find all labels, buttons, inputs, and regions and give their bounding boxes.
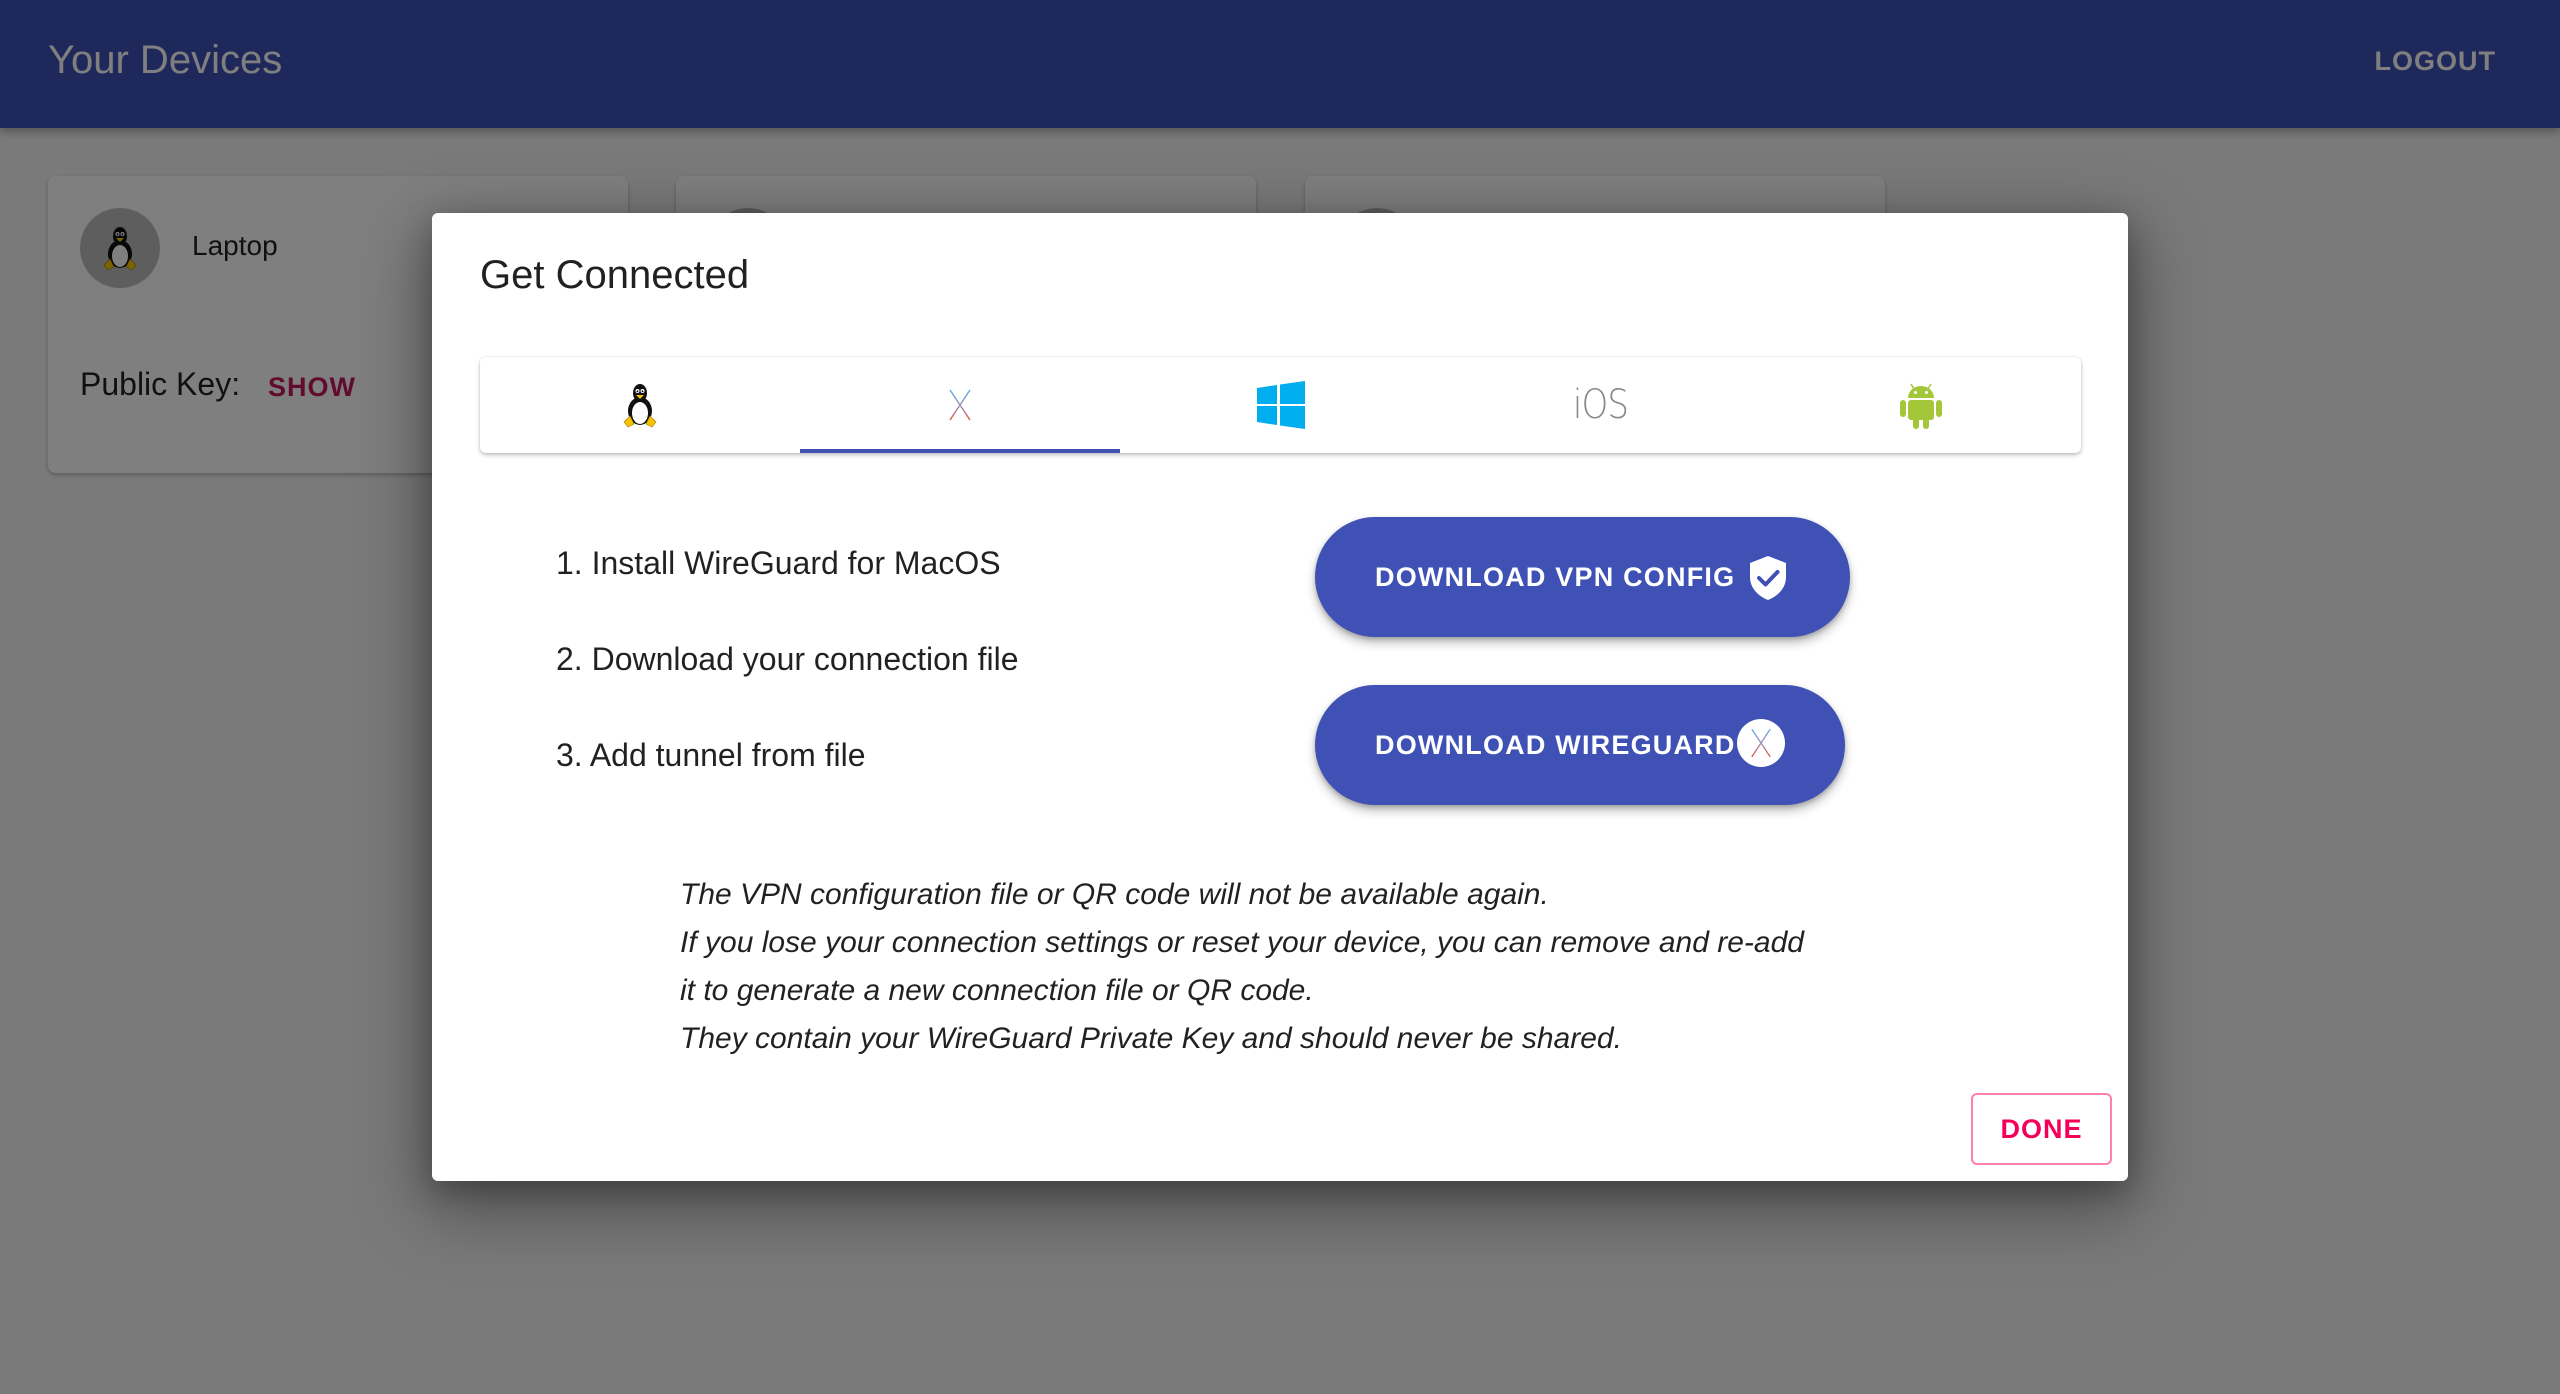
note-line: They contain your WireGuard Private Key …: [680, 1022, 1622, 1055]
instruction-steps: 1. Install WireGuard for MacOS 2. Downlo…: [556, 543, 1019, 831]
android-robot-icon: [1899, 383, 1942, 429]
download-vpn-config-label: DOWNLOAD VPN CONFIG: [1375, 561, 1736, 592]
linux-tux-icon: [623, 384, 657, 428]
tab-android[interactable]: [1761, 357, 2081, 453]
ios-text-icon: iOS: [1573, 382, 1629, 428]
platform-tabs: iOS: [480, 357, 2081, 453]
tab-linux[interactable]: [480, 357, 800, 453]
tab-windows[interactable]: [1120, 357, 1440, 453]
step-item: 2. Download your connection file: [556, 641, 1019, 677]
get-connected-dialog: Get Connected iOS 1. Install WireGuard f…: [432, 213, 2128, 1181]
macos-x-icon: [949, 389, 971, 421]
step-item: 3. Add tunnel from file: [556, 737, 866, 773]
download-wireguard-button[interactable]: DOWNLOAD WIREGUARD: [1315, 685, 1845, 805]
note-line: it to generate a new connection file or …: [680, 974, 1314, 1007]
step-item: 1. Install WireGuard for MacOS: [556, 545, 1001, 581]
dialog-title: Get Connected: [480, 253, 750, 297]
note-line: If you lose your connection settings or …: [680, 926, 1804, 959]
tab-macos[interactable]: [800, 357, 1121, 453]
tab-ios[interactable]: iOS: [1441, 357, 1761, 453]
security-note: The VPN configuration file or QR code wi…: [680, 871, 1980, 1063]
shield-check-icon: [1746, 555, 1790, 601]
note-line: The VPN configuration file or QR code wi…: [680, 878, 1549, 911]
macos-x-icon: [1737, 719, 1785, 767]
done-button[interactable]: DONE: [1971, 1093, 2112, 1165]
download-vpn-config-button[interactable]: DOWNLOAD VPN CONFIG: [1315, 517, 1850, 637]
windows-logo-icon: [1256, 381, 1305, 429]
download-wireguard-label: DOWNLOAD WIREGUARD: [1375, 729, 1736, 760]
